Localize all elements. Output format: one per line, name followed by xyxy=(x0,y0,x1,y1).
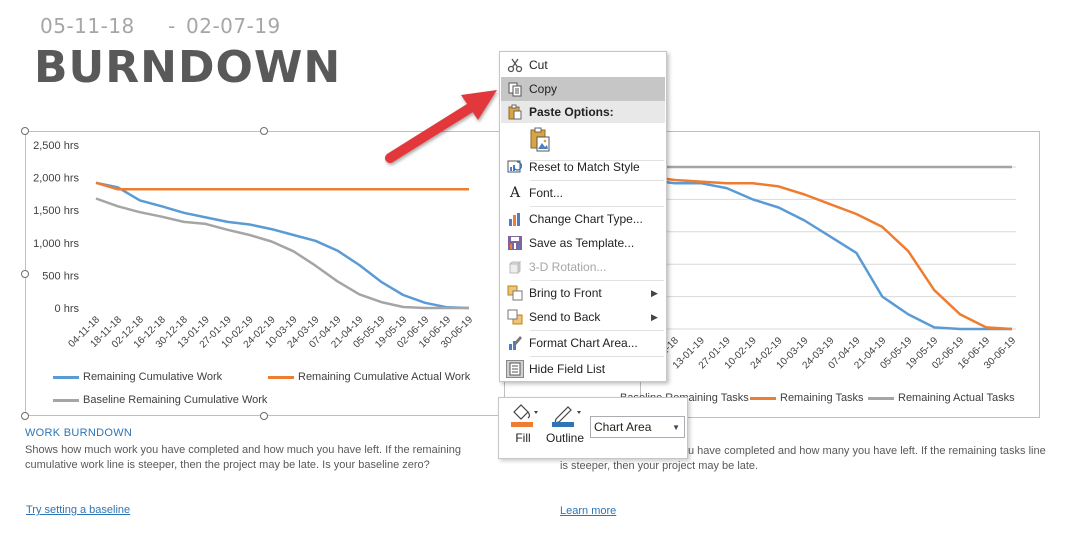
rotation-3d-icon xyxy=(501,259,529,275)
outline-button[interactable]: Outline xyxy=(543,402,587,445)
format-chart-icon xyxy=(501,335,529,351)
submenu-arrow-icon: ▶ xyxy=(651,311,658,322)
field-list-icon xyxy=(501,360,529,378)
menu-item-font[interactable]: A Font... xyxy=(501,181,665,205)
submenu-arrow-icon: ▶ xyxy=(651,287,658,298)
bring-front-icon xyxy=(501,285,529,301)
paint-bucket-icon xyxy=(511,404,538,427)
chart-type-icon xyxy=(501,211,529,227)
paste-options-header: Paste Options: xyxy=(501,101,665,123)
context-menu: Cut Copy Paste Options: Reset to Match S… xyxy=(499,51,667,382)
menu-item-hide-field-list[interactable]: Hide Field List xyxy=(501,357,665,381)
menu-item-cut[interactable]: Cut xyxy=(501,53,665,77)
pen-icon xyxy=(552,406,581,427)
clipboard-icon xyxy=(501,104,529,120)
menu-item-format-chart-area[interactable]: Format Chart Area... xyxy=(501,331,665,355)
menu-item-save-template[interactable]: Save as Template... xyxy=(501,231,665,255)
paste-picture-option[interactable] xyxy=(501,125,665,157)
menu-item-reset-style[interactable]: Reset to Match Style xyxy=(501,155,665,179)
copy-icon xyxy=(501,81,529,97)
reset-style-icon xyxy=(501,159,529,175)
chart-element-select[interactable]: Chart Area ▼ xyxy=(590,416,685,438)
arrow-icon xyxy=(385,90,497,163)
menu-item-bring-front[interactable]: Bring to Front ▶ xyxy=(501,281,665,305)
scissors-icon xyxy=(501,57,529,73)
menu-item-3d-rotation: 3-D Rotation... xyxy=(501,255,665,279)
save-template-icon xyxy=(501,235,529,251)
format-mini-toolbar: Fill Outline Chart Area ▼ xyxy=(498,397,688,459)
menu-item-change-chart-type[interactable]: Change Chart Type... xyxy=(501,207,665,231)
font-icon: A xyxy=(509,185,521,201)
chevron-down-icon: ▼ xyxy=(672,422,680,432)
fill-button[interactable]: Fill xyxy=(507,402,539,445)
menu-item-copy[interactable]: Copy xyxy=(501,77,665,101)
send-back-icon xyxy=(501,309,529,325)
paste-picture-icon xyxy=(530,127,550,151)
menu-item-send-back[interactable]: Send to Back ▶ xyxy=(501,305,665,329)
